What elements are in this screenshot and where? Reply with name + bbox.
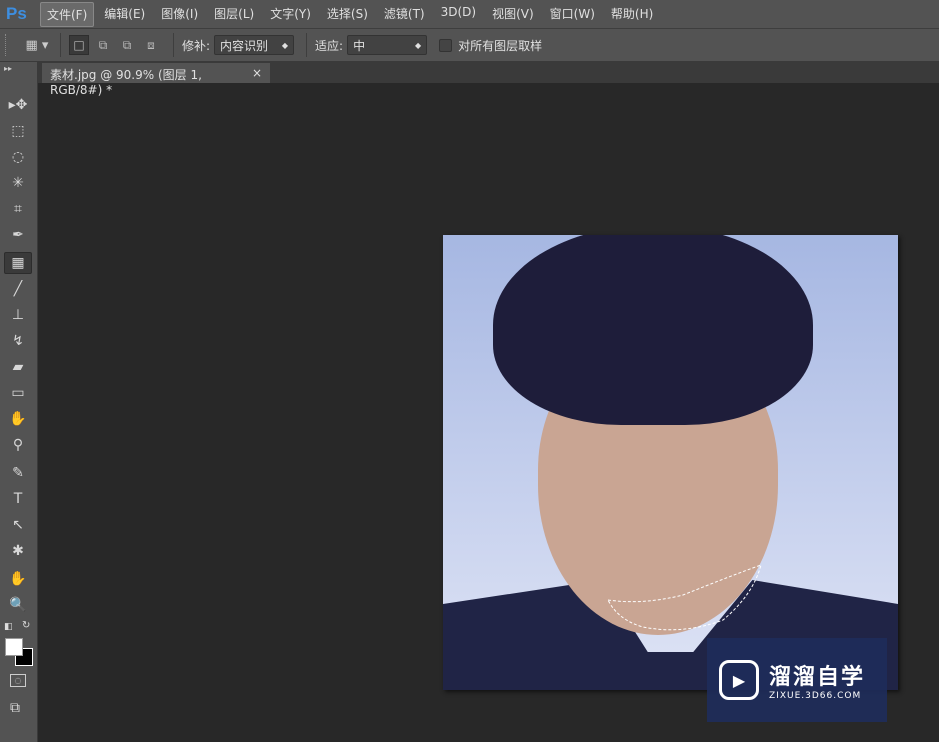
patch-selection-outline bbox=[607, 565, 762, 631]
swap-colors-icon[interactable]: ↻ bbox=[22, 620, 30, 631]
new-selection-icon[interactable]: □ bbox=[69, 35, 89, 55]
quick-mask-icon[interactable]: ◌ bbox=[10, 674, 26, 687]
adapt-select[interactable]: 中 ◆ bbox=[347, 35, 428, 55]
menu-item-3[interactable]: 图层(L) bbox=[208, 2, 260, 27]
menu-item-9[interactable]: 窗口(W) bbox=[544, 2, 601, 27]
toolbar: ▸▸ ▸✥ ⬚ ◌ ✳ ⌗ ✒ ▦ ╱ ⊥ ↯ ▰ ▭ ✋ ⚲ ✎ T ↖ ✱ ✋ 🔍 ◧ ↻ ◌ ⧉ bbox=[0, 62, 38, 742]
brush-tool-icon[interactable]: ╱ bbox=[4, 278, 32, 300]
pen-tool-icon[interactable]: ✎ bbox=[4, 462, 32, 484]
menu-item-2[interactable]: 图像(I) bbox=[155, 2, 204, 27]
document-canvas-image[interactable] bbox=[443, 235, 898, 690]
custom-shape-tool-icon[interactable]: ✱ bbox=[4, 540, 32, 562]
menu-item-6[interactable]: 滤镜(T) bbox=[378, 2, 431, 27]
menu-bar: Ps 文件(F) 编辑(E) 图像(I) 图层(L) 文字(Y) 选择(S) 滤镜(T) 3D… bbox=[0, 0, 939, 28]
options-bar: ▦ ▾ □ ⧉ ⧉ ⧈ 修补: 内容识别 ◆ 适应: 中 ◆ 对所有图层取样 bbox=[0, 28, 939, 62]
history-brush-tool-icon[interactable]: ↯ bbox=[4, 330, 32, 352]
updown-icon: ◆ bbox=[414, 40, 422, 50]
options-grip[interactable] bbox=[5, 34, 8, 56]
document-tab-title: 素材.jpg @ 90.9% (图层 1, RGB/8#) * bbox=[50, 68, 202, 97]
move-tool-icon[interactable]: ▸✥ bbox=[4, 94, 32, 116]
menu-item-5[interactable]: 选择(S) bbox=[321, 2, 374, 27]
close-icon[interactable]: × bbox=[252, 66, 262, 80]
default-colors-icon[interactable]: ◧ bbox=[4, 622, 13, 632]
patch-tool-preset-icon[interactable]: ▦ ▾ bbox=[22, 38, 52, 53]
photoshop-logo: Ps bbox=[6, 4, 27, 23]
watermark-title: 溜溜自学 bbox=[769, 665, 866, 690]
menu-item-10[interactable]: 帮助(H) bbox=[605, 2, 659, 27]
photo-hair bbox=[493, 235, 813, 425]
magic-wand-tool-icon[interactable]: ✳ bbox=[4, 172, 32, 194]
clone-stamp-tool-icon[interactable]: ⊥ bbox=[4, 304, 32, 326]
play-logo-icon: ▶ bbox=[719, 660, 759, 700]
patch-value: 内容识别 bbox=[220, 38, 269, 53]
menu-item-7[interactable]: 3D(D) bbox=[435, 2, 482, 27]
patch-tool-icon[interactable]: ▦ bbox=[4, 252, 32, 274]
crop-tool-icon[interactable]: ⌗ bbox=[4, 198, 32, 220]
screen-mode-icon[interactable]: ⧉ bbox=[10, 700, 20, 716]
gradient-tool-icon[interactable]: ▭ bbox=[4, 382, 32, 404]
patch-select[interactable]: 内容识别 ◆ bbox=[214, 35, 295, 55]
adapt-label: 适应: bbox=[315, 38, 344, 53]
hand-tool-icon[interactable]: ✋ bbox=[4, 568, 32, 590]
dodge-tool-icon[interactable]: ⚲ bbox=[4, 434, 32, 456]
eyedropper-tool-icon[interactable]: ✒ bbox=[4, 224, 32, 246]
watermark-url: ZIXUE.3D66.COM bbox=[769, 691, 862, 701]
add-selection-icon[interactable]: ⧉ bbox=[93, 35, 113, 55]
zoom-tool-icon[interactable]: 🔍 bbox=[4, 594, 32, 616]
type-tool-icon[interactable]: T bbox=[4, 488, 32, 510]
menu-item-8[interactable]: 视图(V) bbox=[486, 2, 540, 27]
lasso-tool-icon[interactable]: ◌ bbox=[4, 146, 32, 168]
foreground-color-swatch[interactable] bbox=[5, 638, 23, 656]
sample-all-checkbox[interactable] bbox=[439, 38, 453, 52]
menu-item-1[interactable]: 编辑(E) bbox=[98, 2, 151, 27]
menu-item-0[interactable]: 文件(F) bbox=[40, 1, 95, 27]
intersect-selection-icon[interactable]: ⧈ bbox=[141, 35, 161, 55]
path-selection-tool-icon[interactable]: ↖ bbox=[4, 514, 32, 536]
sample-all-label[interactable]: 对所有图层取样 bbox=[458, 37, 542, 54]
collapse-icon[interactable]: ▸▸ bbox=[0, 62, 37, 75]
adapt-value: 中 bbox=[353, 38, 366, 53]
subtract-selection-icon[interactable]: ⧉ bbox=[117, 35, 137, 55]
eraser-tool-icon[interactable]: ▰ bbox=[4, 356, 32, 378]
menu-item-4[interactable]: 文字(Y) bbox=[264, 2, 317, 27]
patch-label: 修补: bbox=[182, 38, 211, 53]
document-tab[interactable]: 素材.jpg @ 90.9% (图层 1, RGB/8#) * × bbox=[42, 63, 270, 97]
watermark: ▶ 溜溜自学 ZIXUE.3D66.COM bbox=[707, 638, 887, 722]
updown-icon: ◆ bbox=[281, 40, 289, 50]
marquee-tool-icon[interactable]: ⬚ bbox=[4, 120, 32, 142]
document-tabs: 素材.jpg @ 90.9% (图层 1, RGB/8#) * × bbox=[38, 62, 939, 97]
blur-tool-icon[interactable]: ✋ bbox=[4, 408, 32, 430]
